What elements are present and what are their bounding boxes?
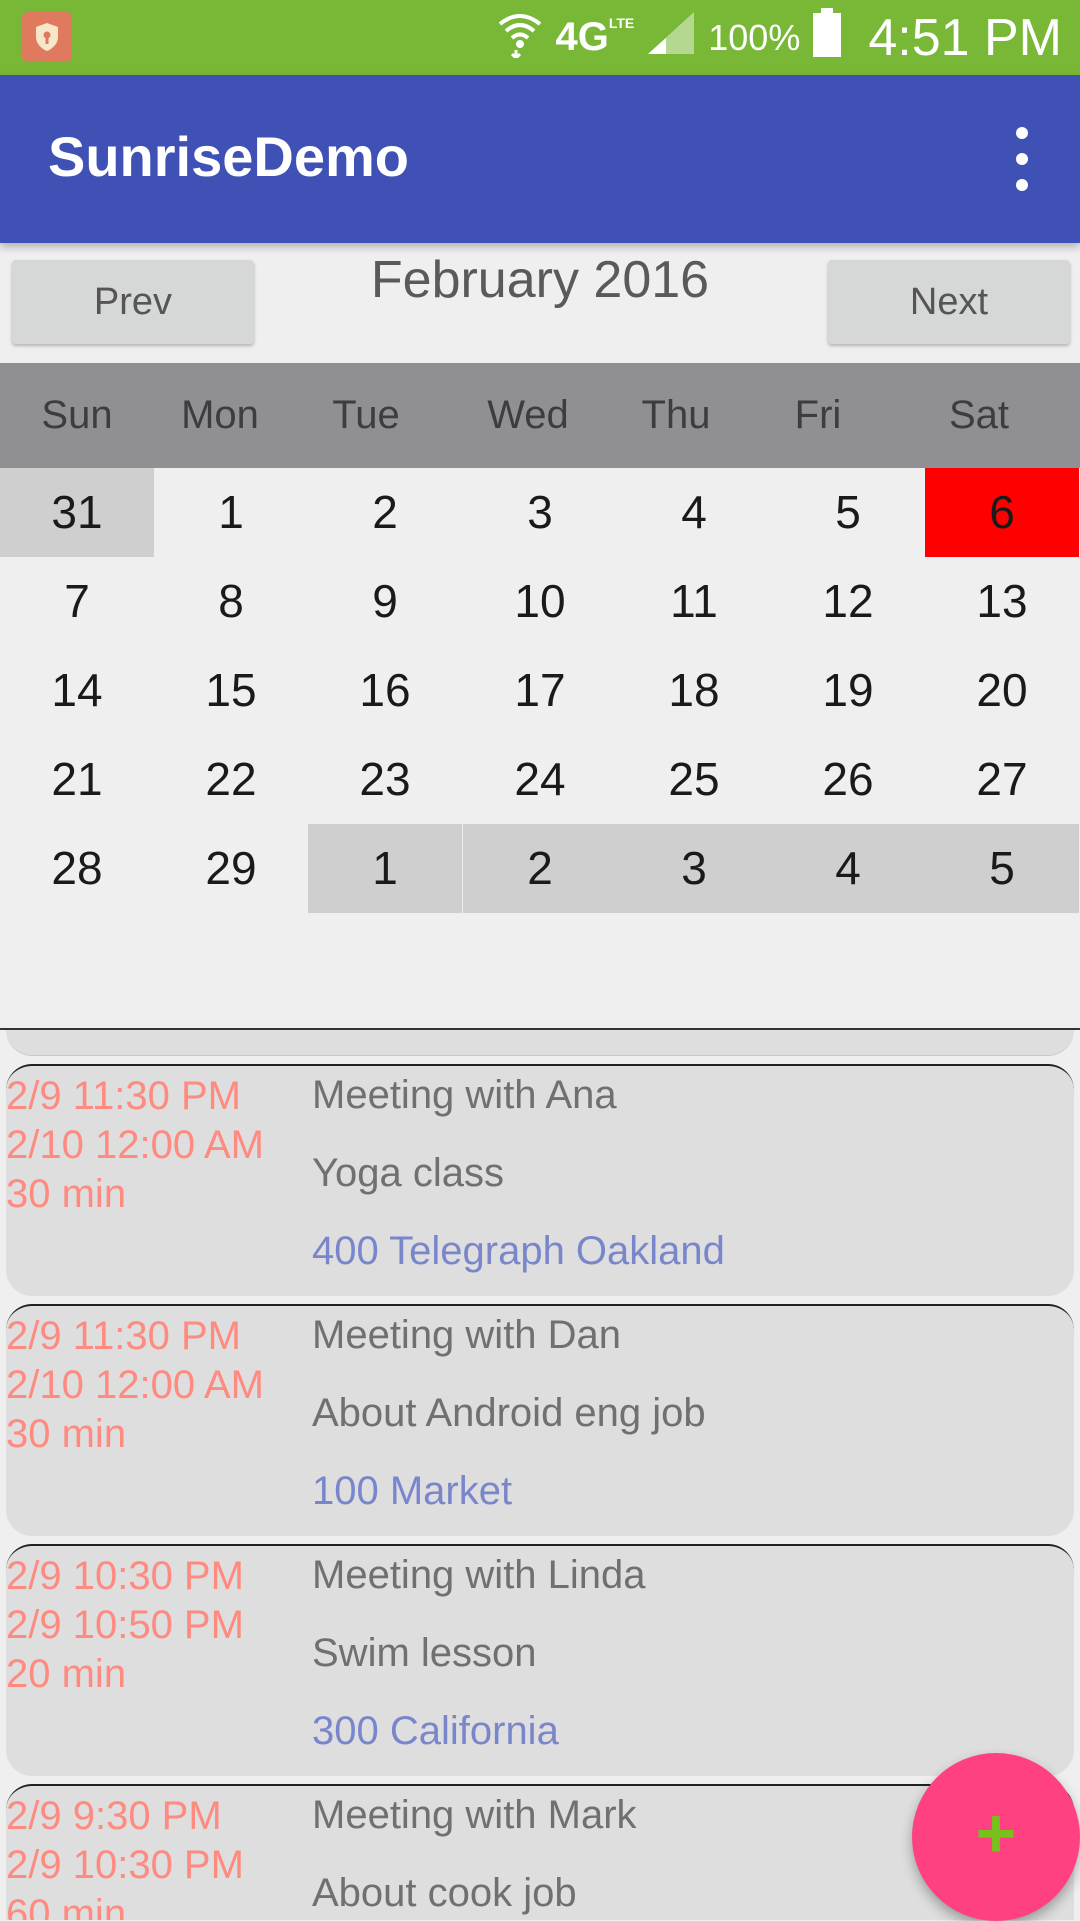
event-times: 2/9 9:30 PM 2/9 10:30 PM 60 min [6,1792,306,1920]
event-location[interactable]: 100 Market [312,1466,512,1516]
event-duration: 30 min [6,1172,127,1216]
weekday-label: Fri [794,393,842,437]
event-duration: 20 min [6,1652,127,1696]
event-location[interactable]: 300 California [312,1706,559,1756]
prev-month-button[interactable]: Prev [12,260,254,344]
network-sub-label: LTE [608,15,635,31]
event-end: 2/9 10:50 PM [6,1603,244,1647]
weekday-label: Sat [948,393,1010,437]
day-cell[interactable]: 8 [154,557,308,646]
day-cell[interactable]: 19 [771,646,925,735]
day-cell[interactable]: 4 [617,468,771,557]
day-cell[interactable]: 14 [0,646,154,735]
event-description: About cook job [312,1871,577,1915]
day-cell[interactable]: 21 [0,735,154,824]
menu-dot [1016,153,1028,165]
weekday-label: Sun [41,393,113,437]
battery-icon [812,7,842,68]
event-start: 2/9 10:30 PM [6,1554,244,1598]
clock: 4:51 PM [868,8,1062,67]
status-indicators: 4GLTE 100% 4:51 PM [496,0,1062,75]
app-title: SunriseDemo [48,125,409,188]
weekday-label: Tue [332,393,400,437]
app-bar: SunriseDemo [0,75,1080,243]
network-type-icon: 4GLTE [556,15,635,60]
battery-percent: 100% [708,16,801,58]
event-duration: 30 min [6,1412,127,1456]
day-cell[interactable]: 26 [771,735,925,824]
event-times: 2/9 11:30 PM 2/10 12:00 AM 30 min [6,1072,306,1219]
event-card-partial [6,1030,1074,1056]
event-title: Meeting with Linda [312,1553,646,1597]
day-cell[interactable]: 12 [771,557,925,646]
day-cell[interactable]: 11 [617,557,771,646]
day-cell[interactable]: 1 [154,468,308,557]
day-cell[interactable]: 2 [463,824,617,913]
event-end: 2/10 12:00 AM [6,1123,264,1167]
menu-dot [1016,179,1028,191]
event-title: Meeting with Ana [312,1073,617,1117]
day-cell[interactable]: 28 [0,824,154,913]
overflow-menu-icon[interactable] [1004,127,1040,191]
weekday-label: Thu [641,393,711,437]
day-cell[interactable]: 18 [617,646,771,735]
day-cell[interactable]: 2 [308,468,462,557]
day-cell[interactable]: 7 [0,557,154,646]
day-cell-today[interactable]: 6 [925,468,1079,557]
day-cell[interactable]: 20 [925,646,1079,735]
day-cell[interactable]: 13 [925,557,1079,646]
event-location[interactable]: 400 Telegraph Oakland [312,1226,725,1276]
menu-dot [1016,127,1028,139]
wifi-icon [496,8,544,68]
day-cell[interactable]: 1 [308,824,462,913]
day-cell[interactable]: 5 [925,824,1079,913]
weekday-label: Mon [181,393,259,437]
day-cell[interactable]: 17 [463,646,617,735]
month-title: February 2016 [370,251,710,309]
weekday-header: Sun Mon Tue Wed Thu Fri Sat [0,363,1080,468]
day-cell[interactable]: 9 [308,557,462,646]
event-title: Meeting with Dan [312,1313,622,1357]
event-list: 2/9 11:30 PM 2/10 12:00 AM 30 min Meetin… [0,1030,1080,1920]
event-start: 2/9 11:30 PM [6,1314,241,1358]
event-card[interactable]: 2/9 10:30 PM 2/9 10:50 PM 20 min Meeting… [6,1544,1074,1776]
event-description: Swim lesson [312,1631,537,1675]
event-end: 2/10 12:00 AM [6,1363,264,1407]
day-cell[interactable]: 3 [617,824,771,913]
event-card[interactable]: 2/9 11:30 PM 2/10 12:00 AM 30 min Meetin… [6,1064,1074,1296]
day-cell[interactable]: 24 [463,735,617,824]
day-cell[interactable]: 10 [463,557,617,646]
weekday-label: Wed [487,393,569,437]
event-end: 2/9 10:30 PM [6,1843,244,1887]
event-duration: 60 min [6,1892,127,1920]
day-cell[interactable]: 22 [154,735,308,824]
status-bar: 4GLTE 100% 4:51 PM [0,0,1080,75]
event-description: About Android eng job [312,1391,706,1435]
event-start: 2/9 11:30 PM [6,1074,241,1118]
day-cell[interactable]: 23 [308,735,462,824]
event-times: 2/9 11:30 PM 2/10 12:00 AM 30 min [6,1312,306,1459]
event-times: 2/9 10:30 PM 2/9 10:50 PM 20 min [6,1552,306,1699]
day-cell[interactable]: 3 [463,468,617,557]
event-card[interactable]: 2/9 11:30 PM 2/10 12:00 AM 30 min Meetin… [6,1304,1074,1536]
event-title: Meeting with Mark [312,1793,637,1837]
day-cell[interactable]: 16 [308,646,462,735]
day-cell[interactable]: 27 [925,735,1079,824]
day-cell[interactable]: 31 [0,468,154,557]
event-start: 2/9 9:30 PM [6,1794,222,1838]
next-month-button[interactable]: Next [828,260,1070,344]
signal-icon [646,10,696,66]
event-description: Yoga class [312,1151,504,1195]
network-label: 4G [555,15,609,59]
day-cell[interactable]: 4 [771,824,925,913]
shield-app-icon [22,12,72,62]
add-event-button[interactable]: + [912,1753,1080,1921]
day-cell[interactable]: 25 [617,735,771,824]
day-cell[interactable]: 15 [154,646,308,735]
day-cell[interactable]: 5 [771,468,925,557]
day-cell[interactable]: 29 [154,824,308,913]
